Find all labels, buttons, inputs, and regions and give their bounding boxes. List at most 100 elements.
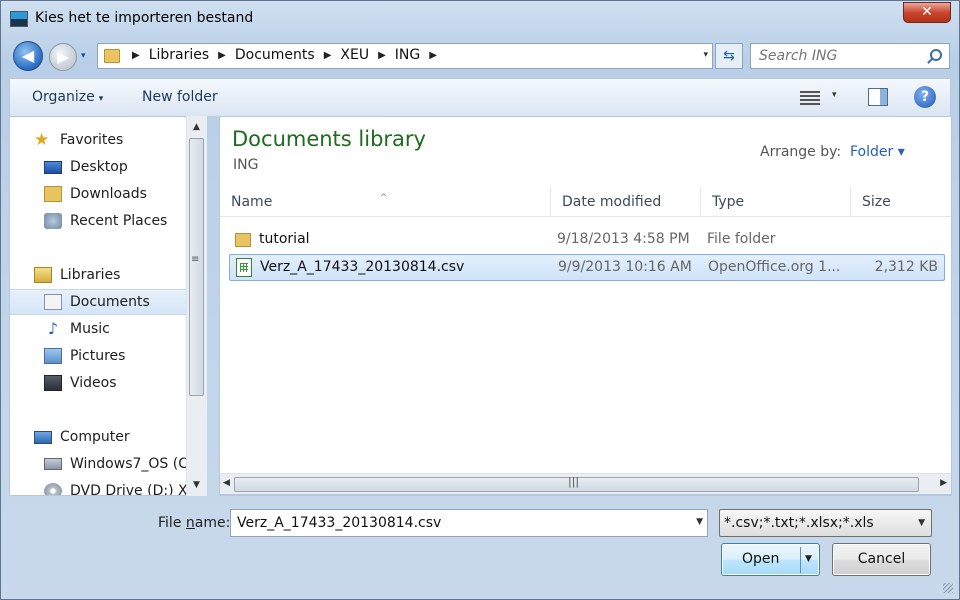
- app-icon: [10, 11, 28, 27]
- sidebar-item-desktop[interactable]: Desktop: [44, 154, 207, 180]
- search-input[interactable]: [757, 47, 917, 65]
- address-dropdown-icon[interactable]: ▾: [703, 50, 708, 60]
- scroll-down-icon[interactable]: ▼: [193, 480, 200, 490]
- breadcrumb-libraries[interactable]: Libraries: [149, 47, 209, 63]
- pictures-icon: [44, 348, 62, 364]
- scrollbar-grip-icon: ≡: [191, 254, 200, 265]
- file-open-dialog: Kies het te importeren bestand ✕ ◀ ▶ ▾ ▶…: [0, 0, 960, 600]
- address-bar[interactable]: ▶ Libraries ▶ Documents ▶ XEU ▶ ING ▶ ▾: [97, 43, 713, 69]
- sidebar-item-windows7-os[interactable]: Windows7_OS (C:): [44, 451, 207, 477]
- help-icon[interactable]: ?: [914, 86, 936, 108]
- arrange-by-dropdown[interactable]: Folder ▾: [850, 144, 905, 160]
- sidebar-item-label: DVD Drive (D:) X1: [70, 483, 197, 496]
- sidebar-item-label: Desktop: [70, 159, 128, 175]
- search-box[interactable]: [750, 43, 950, 69]
- close-button[interactable]: ✕: [903, 2, 951, 23]
- file-name-input[interactable]: [235, 514, 675, 532]
- breadcrumb-xeu[interactable]: XEU: [340, 47, 369, 63]
- sidebar-item-libraries[interactable]: Libraries: [34, 262, 207, 288]
- libraries-icon: [34, 267, 52, 283]
- column-header-type[interactable]: Type: [701, 187, 851, 217]
- sidebar-item-downloads[interactable]: Downloads: [44, 181, 207, 207]
- sidebar-item-label: Videos: [70, 375, 117, 391]
- file-type-filter-value: *.csv;*.txt;*.xlsx;*.xls: [724, 515, 874, 531]
- refresh-button[interactable]: ⇆: [715, 43, 743, 69]
- organize-button[interactable]: Organize ▾: [32, 89, 103, 105]
- new-folder-button[interactable]: New folder: [142, 89, 218, 105]
- scroll-left-icon[interactable]: ◀: [223, 478, 230, 488]
- cancel-button[interactable]: Cancel: [832, 543, 931, 576]
- open-options-dropdown-icon[interactable]: ▼: [805, 554, 812, 564]
- file-list-pane: Documents library ING Arrange by: Folder…: [219, 116, 952, 496]
- window-title: Kies het te importeren bestand: [35, 10, 254, 26]
- sidebar-item-pictures[interactable]: Pictures: [44, 343, 207, 369]
- file-type: File folder: [707, 231, 776, 247]
- sidebar-item-dvd-drive[interactable]: DVD Drive (D:) X1: [44, 478, 207, 496]
- dvd-drive-icon: [44, 483, 62, 495]
- folder-icon: [104, 49, 120, 63]
- breadcrumb-documents[interactable]: Documents: [235, 47, 315, 63]
- library-title: Documents library: [232, 127, 426, 151]
- split-divider: [800, 547, 801, 573]
- scrollbar-thumb[interactable]: [189, 138, 204, 396]
- breadcrumb-ing[interactable]: ING: [395, 47, 420, 63]
- recent-places-icon: [44, 213, 62, 229]
- breadcrumb-separator-icon[interactable]: ▶: [324, 50, 332, 61]
- documents-icon: [44, 294, 62, 310]
- chevron-down-icon[interactable]: ▼: [696, 517, 703, 527]
- file-name: tutorial: [259, 231, 310, 247]
- scroll-up-icon[interactable]: ▲: [193, 122, 200, 132]
- sidebar-item-recent-places[interactable]: Recent Places: [44, 208, 207, 234]
- sidebar-item-music[interactable]: ♪ Music: [44, 316, 207, 342]
- file-name-label-accesskey: n: [185, 515, 195, 531]
- change-view-icon[interactable]: [800, 89, 820, 105]
- folder-icon: [235, 233, 251, 247]
- breadcrumb-separator-icon[interactable]: ▶: [429, 50, 437, 61]
- preview-pane-icon[interactable]: [868, 88, 888, 106]
- file-name-combobox[interactable]: ▼: [230, 509, 708, 537]
- chevron-down-icon[interactable]: ▼: [918, 518, 925, 528]
- search-icon[interactable]: [930, 49, 942, 61]
- organize-label: Organize: [32, 89, 95, 105]
- navigation-pane: ★ Favorites Desktop Downloads Recent Pla…: [9, 116, 207, 496]
- sort-ascending-icon: ^: [380, 193, 388, 203]
- library-subtitle: ING: [233, 157, 259, 173]
- sidebar-item-documents[interactable]: Documents: [10, 289, 186, 315]
- back-button[interactable]: ◀: [13, 41, 43, 71]
- scrollbar-thumb[interactable]: |||: [234, 475, 919, 492]
- column-header-size[interactable]: Size: [851, 187, 951, 217]
- sidebar-item-label: Libraries: [60, 267, 121, 283]
- breadcrumb-separator-icon[interactable]: ▶: [132, 50, 140, 61]
- breadcrumb-separator-icon[interactable]: ▶: [378, 50, 386, 61]
- videos-icon: [44, 375, 62, 391]
- open-button[interactable]: Open ▼: [721, 543, 820, 576]
- file-row-tutorial[interactable]: tutorial 9/18/2013 4:58 PM File folder: [229, 227, 945, 254]
- view-options-dropdown-icon[interactable]: ▾: [832, 90, 837, 100]
- recent-locations-dropdown[interactable]: ▾: [81, 51, 86, 61]
- file-type-filter-select[interactable]: *.csv;*.txt;*.xlsx;*.xls ▼: [719, 509, 932, 537]
- column-headers: ^ Name Date modified Type Size: [220, 187, 951, 217]
- file-name: Verz_A_17433_20130814.csv: [260, 259, 465, 275]
- forward-button[interactable]: ▶: [49, 43, 77, 71]
- hard-drive-icon: [44, 458, 62, 470]
- horizontal-scrollbar[interactable]: ◀ ||| ▶: [219, 473, 952, 495]
- sidebar-item-computer[interactable]: Computer: [34, 424, 207, 450]
- sidebar-item-label: Windows7_OS (C:): [70, 456, 199, 472]
- column-header-date-modified[interactable]: Date modified: [551, 187, 701, 217]
- file-name-label-text: File: [158, 515, 186, 531]
- sidebar-item-videos[interactable]: Videos: [44, 370, 207, 396]
- spreadsheet-file-icon: [236, 258, 252, 277]
- file-row-verz-csv[interactable]: Verz_A_17433_20130814.csv 9/9/2013 10:16…: [229, 254, 945, 281]
- title-bar: Kies het te importeren bestand ✕: [1, 1, 959, 37]
- navigation-scrollbar[interactable]: ▲ ≡ ▼: [186, 116, 207, 496]
- column-header-label: Name: [231, 194, 273, 210]
- music-icon: ♪: [47, 319, 59, 338]
- sidebar-item-label: Downloads: [70, 186, 147, 202]
- breadcrumb-separator-icon[interactable]: ▶: [218, 50, 226, 61]
- scrollbar-grip-icon: |||: [568, 475, 580, 488]
- sidebar-item-favorites[interactable]: ★ Favorites: [34, 127, 207, 153]
- sidebar-item-label: Documents: [70, 294, 150, 310]
- resize-grip-icon[interactable]: [943, 583, 953, 593]
- scroll-right-icon[interactable]: ▶: [940, 478, 947, 488]
- column-header-name[interactable]: ^ Name: [220, 187, 551, 217]
